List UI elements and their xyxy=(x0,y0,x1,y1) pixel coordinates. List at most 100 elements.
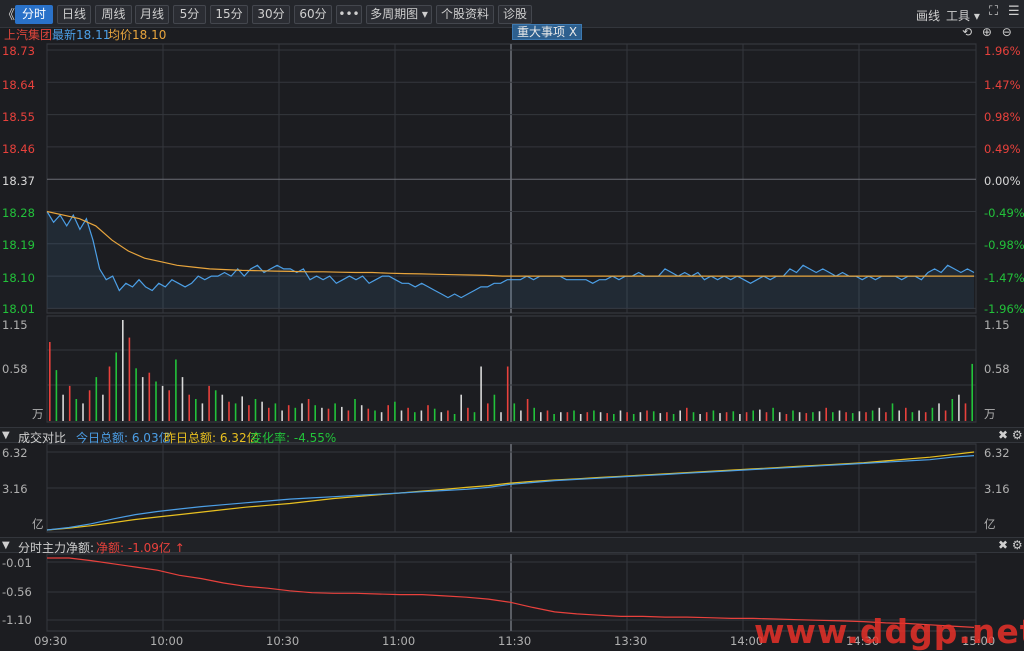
volume-bar xyxy=(427,405,429,421)
volume-bar xyxy=(407,407,409,421)
collapse-icon[interactable]: ▼ xyxy=(2,540,10,551)
volume-bar xyxy=(327,408,330,421)
volume-bar xyxy=(208,385,210,421)
mainforce-tick: -0.01 xyxy=(2,556,32,570)
volume-bar xyxy=(573,410,575,421)
price-tick: 18.37 xyxy=(2,174,35,188)
volume-bar xyxy=(367,408,370,421)
turnover-tick: 6.32 xyxy=(984,446,1010,460)
time-tick: 09:30 xyxy=(34,634,68,648)
volume-bar xyxy=(725,412,728,421)
volume-bar xyxy=(82,403,84,421)
yesterday-turnover: 昨日总额: 6.32亿 xyxy=(164,431,259,445)
volume-bar xyxy=(241,396,243,421)
volume-bar xyxy=(639,412,642,421)
volume-bar xyxy=(394,401,396,421)
volume-bar xyxy=(778,412,781,421)
turnover-unit: 亿 xyxy=(984,517,996,531)
volume-bar xyxy=(195,399,197,421)
time-tick: 11:00 xyxy=(382,634,416,648)
price-tick: 18.19 xyxy=(2,238,35,252)
volume-bar xyxy=(745,412,748,421)
volume-bar xyxy=(798,412,801,421)
volume-bar xyxy=(533,407,535,421)
volume-bar xyxy=(354,399,356,421)
price-tick: 18.01 xyxy=(2,302,35,316)
volume-bar xyxy=(181,377,184,421)
volume-bar xyxy=(228,401,230,421)
volume-bar xyxy=(593,410,595,421)
volume-bar xyxy=(566,412,569,421)
volume-bar xyxy=(845,412,847,421)
today-turnover: 今日总额: 6.03亿 xyxy=(76,431,171,445)
turnover-panel-header: ▼ 成交对比 今日总额: 6.03亿 昨日总额: 6.32亿 变化率: -4.5… xyxy=(0,427,1024,445)
volume-bar xyxy=(938,403,940,421)
volume-bar xyxy=(971,363,973,421)
panel-close-settings-icon[interactable]: ✖ ⚙ xyxy=(998,428,1023,442)
volume-bar xyxy=(526,399,529,421)
mainforce-panel-header: ▼ 分时主力净额: 净额: -1.09亿 ↑ ✖ ⚙ xyxy=(0,537,1024,555)
volume-bar xyxy=(666,412,668,421)
volume-bar xyxy=(540,412,542,421)
volume-bar xyxy=(487,403,489,421)
volume-bar xyxy=(613,414,615,421)
volume-unit: 万 xyxy=(984,407,996,421)
volume-bar xyxy=(958,394,960,421)
volume-bar xyxy=(321,407,323,421)
mainforce-title: 分时主力净额: xyxy=(18,541,95,555)
volume-bar xyxy=(420,410,423,421)
turnover-tick: 3.16 xyxy=(984,482,1010,496)
volume-bar xyxy=(832,412,834,421)
volume-bar xyxy=(858,411,861,421)
volume-bar xyxy=(148,372,151,421)
volume-bar xyxy=(473,412,476,421)
volume-bar xyxy=(586,412,589,421)
volume-bar xyxy=(88,390,91,421)
volume-bar xyxy=(274,403,277,421)
volume-bar xyxy=(686,407,688,421)
volume-bar xyxy=(911,412,914,421)
volume-bar xyxy=(261,401,263,421)
volume-bar xyxy=(719,413,721,421)
pct-tick: -0.98% xyxy=(984,238,1024,252)
pct-tick: -1.96% xyxy=(984,302,1024,316)
volume-bar xyxy=(460,394,462,421)
volume-bar xyxy=(268,407,270,421)
volume-bar xyxy=(553,414,555,421)
volume-bar xyxy=(924,412,927,421)
pct-tick: -0.49% xyxy=(984,206,1024,220)
volume-bar xyxy=(805,413,808,421)
turnover-unit: 亿 xyxy=(32,517,44,531)
volume-bar xyxy=(188,394,190,421)
volume-tick: 0.58 xyxy=(2,362,28,376)
volume-bar xyxy=(732,411,735,421)
pct-tick: 0.49% xyxy=(984,142,1021,156)
volume-bar xyxy=(546,410,549,421)
watermark: www.ddgp.net xyxy=(754,612,1024,651)
volume-bar xyxy=(301,403,303,421)
volume-bar xyxy=(812,412,814,421)
volume-bar xyxy=(878,407,881,421)
volume-bar xyxy=(785,414,788,421)
volume-bar xyxy=(480,366,482,421)
volume-bar xyxy=(944,410,947,421)
collapse-icon[interactable]: ▼ xyxy=(2,430,10,441)
volume-bar xyxy=(513,403,516,421)
volume-bar xyxy=(672,414,675,421)
volume-bar xyxy=(865,412,867,421)
volume-bar xyxy=(772,407,774,421)
volume-bar xyxy=(128,337,131,421)
pct-tick: 1.47% xyxy=(984,78,1021,92)
volume-bar xyxy=(885,412,887,421)
panel-close-settings-icon[interactable]: ✖ ⚙ xyxy=(998,538,1023,552)
volume-bar xyxy=(201,403,204,421)
volume-bar xyxy=(792,410,794,421)
turnover-title: 成交对比 xyxy=(18,431,67,445)
volume-unit: 万 xyxy=(32,407,44,421)
price-tick: 18.64 xyxy=(2,78,35,92)
volume-bar xyxy=(838,410,841,421)
volume-bar xyxy=(951,399,954,421)
volume-bar xyxy=(453,414,456,421)
volume-bar xyxy=(752,410,754,421)
volume-bar xyxy=(692,412,695,421)
